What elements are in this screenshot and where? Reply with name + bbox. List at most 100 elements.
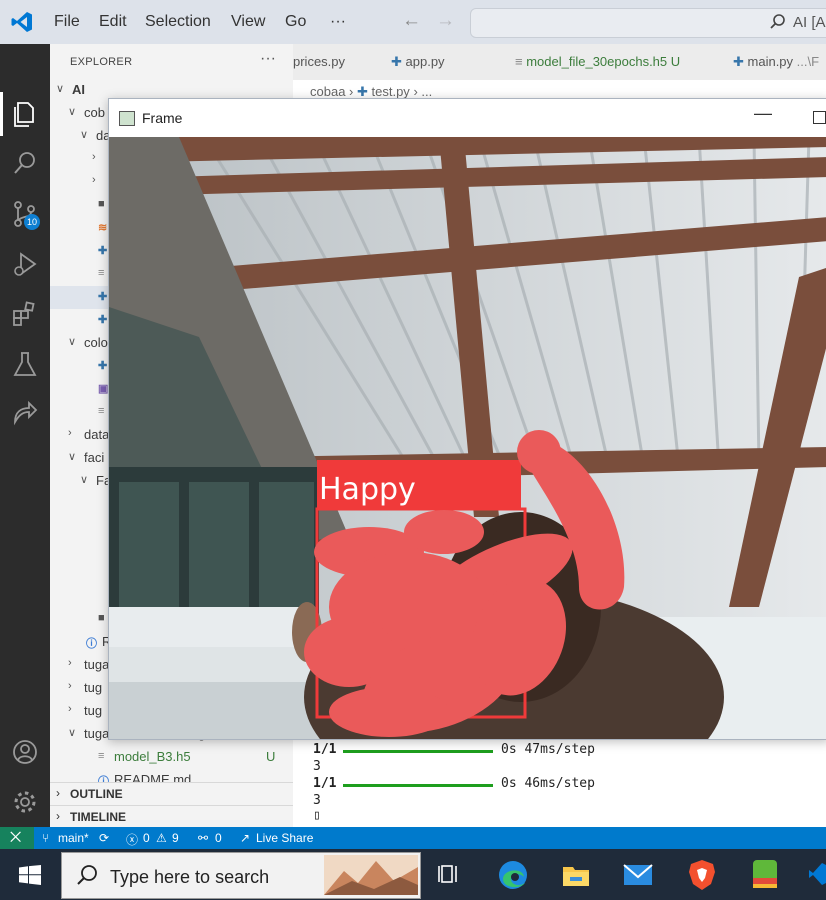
camera-feed: Happy — [109, 137, 826, 739]
detection-label: Happy — [319, 472, 416, 507]
tree-row[interactable]: ≡ model_B3.h5 U — [50, 746, 293, 769]
file-type-icon: ▣ — [98, 383, 109, 395]
tree-row-label: colo — [84, 335, 108, 350]
live-share-icon[interactable] — [9, 398, 41, 430]
chevron-down-icon: ∨ — [68, 451, 77, 463]
account-icon[interactable] — [9, 736, 41, 768]
menu-file[interactable]: File — [54, 13, 80, 31]
tree-row-label: tug — [84, 680, 103, 695]
chevron-right-icon: › — [92, 174, 96, 186]
chevron-right-icon: › — [68, 680, 72, 692]
error-count[interactable]: 0 — [143, 831, 150, 845]
editor-tab[interactable]: prices.py — [293, 54, 345, 69]
testing-flask-icon[interactable] — [9, 348, 41, 380]
editor-tabs: prices.py ✚ app.py ≡ model_file_30epochs.h… — [293, 44, 826, 80]
warning-count[interactable]: 9 — [172, 831, 179, 845]
file-type-icon: ≡ — [515, 54, 527, 69]
terminal-step-time: 0s 46ms/step — [501, 776, 595, 791]
camera-image: Happy — [109, 137, 826, 739]
task-view-icon[interactable] — [438, 862, 462, 886]
tree-row-label: AI — [72, 82, 85, 97]
frame-window[interactable]: Frame — Happy — [108, 98, 826, 740]
chevron-down-icon: ∨ — [56, 83, 65, 95]
taskbar-search-box[interactable]: Type here to search — [61, 852, 421, 899]
breadcrumb-folder[interactable]: cobaa — [310, 84, 345, 99]
file-explorer-icon[interactable] — [560, 859, 592, 891]
menu-edit[interactable]: Edit — [99, 13, 127, 31]
menu-view[interactable]: View — [231, 13, 265, 31]
editor-tab[interactable]: ≡ model_file_30epochs.h5 U — [515, 54, 680, 69]
terminal-step-time: 0s 47ms/step — [501, 742, 595, 757]
command-center-text: AI [Ad — [793, 14, 826, 31]
file-type-icon: ✚ — [98, 291, 108, 303]
menu-more[interactable]: ··· — [330, 13, 346, 31]
edge-browser-icon[interactable] — [497, 859, 529, 891]
tree-row-label: faci — [84, 450, 105, 465]
arrow-left-icon[interactable]: ← — [402, 10, 421, 32]
tab-path-hint: ...\F — [793, 54, 820, 69]
breadcrumb-more[interactable]: ... — [421, 84, 432, 99]
active-indicator — [0, 92, 3, 136]
file-type-icon: ✚ — [98, 245, 108, 257]
outline-section[interactable]: › OUTLINE — [50, 782, 293, 805]
mail-icon[interactable] — [622, 861, 654, 889]
tree-row-label: tuga — [84, 657, 110, 672]
arrow-right-icon[interactable]: → — [436, 10, 455, 32]
search-highlight-mountains-icon — [324, 855, 418, 895]
editor-tab[interactable]: ✚ app.py — [391, 54, 445, 70]
chevron-down-icon: ∨ — [68, 336, 77, 348]
menu-go[interactable]: Go — [285, 13, 306, 31]
minimize-icon[interactable]: — — [754, 103, 772, 124]
breadcrumb-file[interactable]: test.py — [372, 84, 410, 99]
chevron-down-icon: ∨ — [68, 106, 77, 118]
editor-tab-label: app.py — [405, 54, 445, 69]
search-icon[interactable] — [9, 148, 41, 180]
brave-browser-icon[interactable] — [687, 858, 717, 892]
file-type-icon: ≋ — [98, 222, 108, 234]
sync-icon[interactable]: ⟳ — [99, 831, 109, 845]
vscode-logo-icon[interactable] — [10, 10, 34, 34]
branch-name[interactable]: main* — [58, 831, 89, 845]
remote-indicator[interactable]: ⨉ — [0, 827, 34, 849]
bluestacks-app-icon[interactable] — [750, 858, 780, 890]
scm-badge: 10 — [24, 214, 40, 230]
chevron-right-icon: › — [92, 151, 96, 163]
warning-icon: ⚠ — [156, 831, 167, 845]
run-debug-icon[interactable] — [9, 248, 41, 280]
live-share-status[interactable]: Live Share — [256, 831, 313, 845]
terminal-step-count: 1/1 — [313, 742, 337, 757]
editor-tab[interactable]: ✚ main.py ...\F — [733, 54, 819, 70]
windows-taskbar: Type here to search — [0, 849, 826, 900]
file-type-icon: ✚ — [98, 360, 108, 372]
timeline-label: TIMELINE — [70, 810, 126, 824]
chevron-right-icon: › — [56, 786, 60, 800]
more-actions-icon[interactable]: ··· — [260, 50, 276, 68]
file-type-icon: ✚ — [733, 54, 748, 69]
ports-count[interactable]: 0 — [215, 831, 222, 845]
search-icon — [77, 865, 97, 885]
editor-tab-label: main.py — [747, 54, 794, 69]
extensions-icon[interactable] — [9, 298, 41, 330]
branch-icon: ⑂ — [42, 831, 50, 845]
chevron-right-icon: › — [68, 427, 72, 439]
start-button[interactable] — [0, 849, 60, 900]
menu-selection[interactable]: Selection — [145, 13, 211, 31]
settings-gear-icon[interactable] — [9, 786, 41, 818]
tree-row-label: tug — [84, 703, 103, 718]
maximize-icon[interactable] — [813, 111, 826, 124]
timeline-section[interactable]: › TIMELINE — [50, 805, 293, 827]
file-type-icon: ≡ — [98, 405, 105, 417]
vscode-taskbar-icon[interactable] — [808, 862, 826, 886]
frame-titlebar[interactable]: Frame — — [109, 99, 826, 137]
error-icon: ⓧ — [126, 833, 139, 847]
chevron-down-icon: ∨ — [80, 474, 89, 486]
frame-title: Frame — [142, 110, 183, 126]
command-center-search[interactable]: AI [Ad — [470, 8, 826, 38]
git-status-badge: U — [667, 54, 681, 69]
file-type-icon: ■ — [98, 198, 105, 210]
status-bar: ⨉ ⑂ main* ⟳ ⓧ 0 ⚠ 9 ⚯ 0 ↗ Live Share — [0, 827, 826, 849]
windows-logo-icon — [19, 865, 41, 885]
activity-bar: 10 — [0, 44, 50, 827]
explorer-icon[interactable] — [9, 98, 41, 130]
editor-tab-label: prices.py — [293, 54, 346, 69]
